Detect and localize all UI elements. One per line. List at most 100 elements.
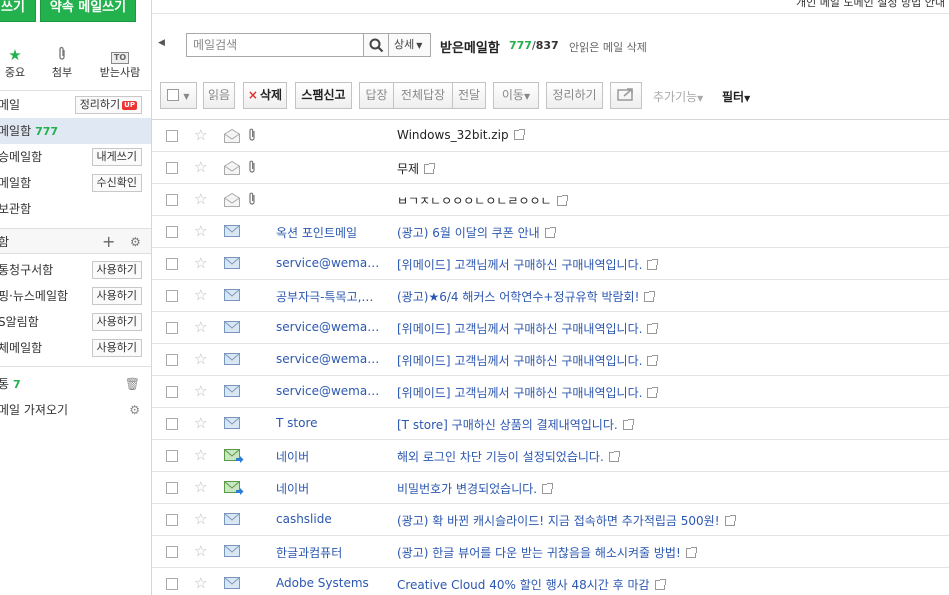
row-checkbox[interactable] [166,418,178,430]
row-checkbox[interactable] [166,226,178,238]
row-checkbox[interactable] [166,258,178,270]
table-row[interactable]: ☆ service@wemade… [위메이드] 고객님께서 구매하신 구매내역입니… [152,248,949,280]
row-checkbox[interactable] [166,386,178,398]
row-checkbox[interactable] [166,322,178,334]
enable-button[interactable]: 사용하기 [91,313,142,331]
popout-icon[interactable] [424,163,436,174]
sidebar-item-folder[interactable]: S알림함 사용하기 [0,309,151,335]
mail-sender[interactable]: 한글과컴퓨터 [276,544,384,561]
mark-read-button[interactable]: 읽음 [203,82,235,109]
star-icon[interactable]: ☆ [194,446,207,464]
popout-icon[interactable] [644,291,656,302]
compose-button[interactable]: 쓰기 [0,0,36,22]
star-icon[interactable]: ☆ [194,350,207,368]
star-icon[interactable]: ☆ [194,286,207,304]
select-all-checkbox[interactable]: ▼ [160,82,197,109]
row-checkbox[interactable] [166,482,178,494]
mail-sender[interactable]: 네이버 [276,480,384,497]
mail-subject[interactable]: (광고) 확 바뀐 캐시슬라이드! 지금 접속하면 추가적립금 500원! [397,512,736,529]
mail-sender[interactable]: service@wemade… [276,256,384,270]
mail-sender[interactable]: Adobe Systems [276,576,384,590]
more-features-dropdown[interactable]: 추가기능▼ [653,88,703,105]
popout-icon[interactable] [647,387,659,398]
popout-icon[interactable] [513,129,525,140]
search-input[interactable] [187,34,363,56]
add-folder-icon[interactable]: + [102,229,115,255]
table-row[interactable]: ☆ 한글과컴퓨터 (광고) 한글 뷰어를 다운 받는 귀찮음을 해소시켜줄 방법! [152,536,949,568]
read-receipt-button[interactable]: 수신확인 [91,174,142,192]
star-icon[interactable]: ☆ [194,190,207,208]
sidebar-item-folder[interactable]: 핑·뉴스메일함 사용하기 [0,283,151,309]
search-button[interactable] [363,33,389,57]
enable-button[interactable]: 사용하기 [91,287,142,305]
row-checkbox[interactable] [166,130,178,142]
collapse-sidebar-icon[interactable]: ◀ [158,38,165,48]
detail-search-dropdown[interactable]: 상세 ▼ [389,33,431,57]
table-row[interactable]: ☆ 네이버 비밀번호가 변경되었습니다. [152,472,949,504]
mail-subject[interactable]: Creative Cloud 40% 할인 행사 48시간 후 마감 [397,576,666,593]
gear-icon[interactable]: ⚙ [129,397,140,423]
compose-appointment-button[interactable]: 약속 메일쓰기 [40,0,136,22]
table-row[interactable]: ☆ 무제 [152,152,949,184]
row-checkbox[interactable] [166,514,178,526]
sidebar-item-folder[interactable]: 통청구서함 사용하기 [0,257,151,283]
sidebar-item-trash[interactable]: 통7 🗑 [0,371,151,397]
top-notice-text[interactable]: 개인 메일 도메인 설정 방법 안내 [796,0,945,10]
table-row[interactable]: ☆ 공부자극-특목고,… (광고)★6/4 해커스 어학연수+정규유학 박람회! [152,280,949,312]
popout-icon[interactable] [544,227,556,238]
table-row[interactable]: ☆ ㅂㄱㅈㄴㅇㅇㅇㄴㅇㄴㄹㅇㅇㄴ [152,184,949,216]
table-row[interactable]: ☆ service@wemade… [위메이드] 고객님께서 구매하신 구매내역입니… [152,344,949,376]
popout-icon[interactable] [654,579,666,590]
enable-button[interactable]: 사용하기 [91,261,142,279]
sidebar-item-inbox[interactable]: 메일함 777 [0,118,151,144]
table-row[interactable]: ☆ cashslide (광고) 확 바뀐 캐시슬라이드! 지금 접속하면 추가적립… [152,504,949,536]
mail-sender[interactable]: T store [276,416,384,430]
table-row[interactable]: ☆ 네이버 해외 로그인 차단 기능이 설정되었습니다. [152,440,949,472]
popout-icon[interactable] [685,547,697,558]
star-icon[interactable]: ☆ [194,574,207,592]
mail-subject[interactable]: 해외 로그인 차단 기능이 설정되었습니다. [397,448,620,465]
mail-subject[interactable]: [위메이드] 고객님께서 구매하신 구매내역입니다. [397,384,659,401]
mail-subject[interactable]: [위메이드] 고객님께서 구매하신 구매내역입니다. [397,256,659,273]
mail-subject[interactable]: [위메이드] 고객님께서 구매하신 구매내역입니다. [397,320,659,337]
table-row[interactable]: ☆ service@wemade… [위메이드] 고객님께서 구매하신 구매내역입니… [152,376,949,408]
table-row[interactable]: ☆ Windows_32bit.zip [152,120,949,152]
organize-button[interactable]: 정리하기 UP [74,96,142,114]
star-icon[interactable]: ☆ [194,414,207,432]
star-icon[interactable]: ☆ [194,510,207,528]
table-row[interactable]: ☆ T store [T store] 구매하신 상품의 결제내역입니다. [152,408,949,440]
popout-icon[interactable] [622,419,634,430]
organize-mail-button[interactable]: 정리하기 [546,82,603,109]
mail-subject[interactable]: 비밀번호가 변경되었습니다. [397,480,554,497]
table-row[interactable]: ☆ 옥션 포인트메일 (광고) 6월 이달의 쿠폰 안내 [152,216,949,248]
sidebar-item-archive[interactable]: 보관함 [0,196,151,222]
spam-report-button[interactable]: 스팸신고 [295,82,352,109]
delete-unread-link[interactable]: 안읽은 메일 삭제 [569,39,647,55]
row-checkbox[interactable] [166,354,178,366]
popout-icon[interactable] [724,515,736,526]
mail-subject[interactable]: ㅂㄱㅈㄴㅇㅇㅇㄴㅇㄴㄹㅇㅇㄴ [397,192,568,209]
delete-button[interactable]: × 삭제 [243,82,287,109]
mail-subject[interactable]: [위메이드] 고객님께서 구매하신 구매내역입니다. [397,352,659,369]
reply-button[interactable]: 답장 [359,82,394,109]
star-icon[interactable]: ☆ [194,478,207,496]
star-icon[interactable]: ☆ [194,222,207,240]
row-checkbox[interactable] [166,450,178,462]
mail-subject[interactable]: Windows_32bit.zip [397,128,525,142]
mail-subject[interactable]: [T store] 구매하신 상품의 결제내역입니다. [397,416,634,433]
mail-sender[interactable]: cashslide [276,512,384,526]
row-checkbox[interactable] [166,290,178,302]
mail-sender[interactable]: 네이버 [276,448,384,465]
popout-button[interactable] [610,82,642,109]
mail-subject[interactable]: (광고) 6월 이달의 쿠폰 안내 [397,224,556,241]
table-row[interactable]: ☆ service@wemade… [위메이드] 고객님께서 구매하신 구매내역입니… [152,312,949,344]
star-icon[interactable]: ☆ [194,158,207,176]
mail-sender[interactable]: service@wemade… [276,352,384,366]
mail-subject[interactable]: 무제 [397,160,436,177]
move-dropdown[interactable]: 이동▼ [493,82,539,109]
star-icon[interactable]: ☆ [194,542,207,560]
gear-icon[interactable]: ⚙ [130,229,141,255]
star-icon[interactable]: ☆ [194,318,207,336]
filter-dropdown[interactable]: 필터▼ [722,88,750,105]
reply-all-button[interactable]: 전체답장 [393,82,453,109]
